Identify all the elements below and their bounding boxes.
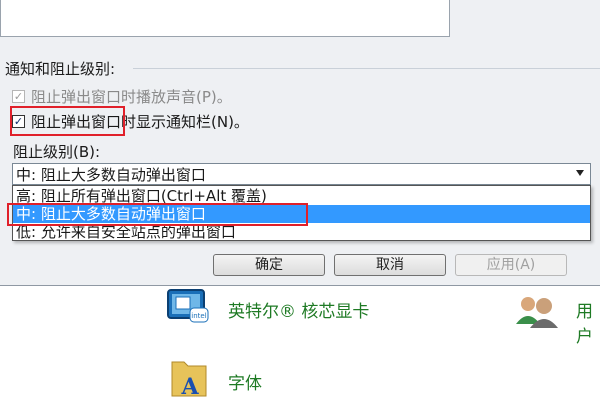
fonts-folder-icon[interactable]: A: [168, 356, 212, 400]
chevron-down-icon[interactable]: [576, 170, 584, 176]
block-level-combobox-value: 中: 阻止大多数自动弹出窗口: [16, 165, 206, 184]
fonts-item[interactable]: 字体: [228, 369, 262, 394]
notification-group-title-text: 通知和阻止级别:: [5, 60, 116, 78]
fonts-label[interactable]: 字体: [228, 369, 262, 394]
block-level-label: 阻止级别(B):: [13, 143, 101, 161]
svg-text:A: A: [180, 374, 199, 399]
intel-graphics-item[interactable]: 英特尔® 核芯显卡: [228, 297, 369, 322]
block-level-combobox[interactable]: 中: 阻止大多数自动弹出窗口: [12, 163, 591, 185]
play-sound-checkbox-row: ✓ 阻止弹出窗口时播放声音(P)。: [12, 87, 232, 106]
svg-text:intel: intel: [191, 312, 206, 320]
annotation-highlight-option: [7, 203, 308, 226]
intel-graphics-label[interactable]: 英特尔® 核芯显卡: [228, 297, 369, 322]
annotation-highlight-checkbox: [10, 106, 125, 136]
popup-blocker-settings-dialog: 通知和阻止级别: ✓ 阻止弹出窗口时播放声音(P)。 ✓ 阻止弹出窗口时显示通知…: [0, 0, 600, 286]
play-sound-label: 阻止弹出窗口时播放声音(P)。: [31, 87, 232, 106]
ok-button[interactable]: 确定: [213, 254, 325, 276]
notification-group-title: 通知和阻止级别:: [5, 58, 600, 79]
user-accounts-item[interactable]: 用户: [576, 297, 600, 347]
exceptions-list[interactable]: [0, 0, 450, 37]
play-sound-checkbox: ✓: [12, 89, 25, 103]
user-accounts-label[interactable]: 用户: [576, 297, 600, 347]
intel-graphics-icon[interactable]: intel: [166, 288, 210, 328]
user-accounts-icon[interactable]: [512, 290, 560, 330]
cancel-button[interactable]: 取消: [334, 254, 446, 276]
group-divider: [133, 68, 600, 69]
apply-button[interactable]: 应用(A): [455, 254, 567, 276]
